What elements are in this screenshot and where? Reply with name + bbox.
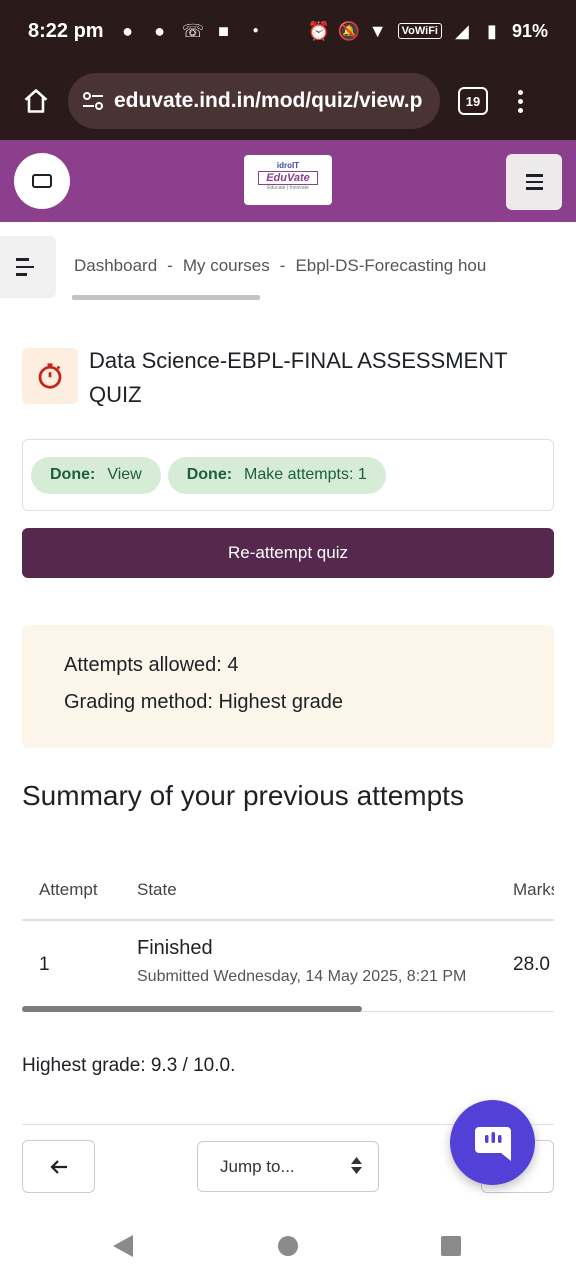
home-icon	[24, 89, 48, 113]
completion-status: Done:	[50, 466, 96, 483]
jump-to-select[interactable]: Jump to...	[197, 1141, 379, 1192]
whatsapp-icon: ☏	[181, 21, 205, 41]
snapchat-icon: ●	[122, 21, 134, 41]
chat-icon	[474, 1126, 511, 1161]
column-header-state: State	[137, 880, 177, 899]
home-button[interactable]	[14, 79, 58, 123]
quiz-module-icon	[22, 348, 78, 404]
mute-icon: 🔕	[337, 21, 361, 41]
breadcrumb-separator: -	[279, 256, 286, 275]
completion-label: Make attempts: 1	[244, 466, 367, 483]
breadcrumb-scrollbar[interactable]	[72, 295, 260, 300]
reattempt-quiz-button[interactable]: Re-attempt quiz	[22, 528, 554, 578]
chat-button[interactable]	[450, 1100, 535, 1185]
summary-heading: Summary of your previous attempts	[22, 780, 464, 811]
battery-icon: ▮	[487, 21, 497, 41]
page-title: Data Science-EBPL-FINAL ASSESSMENT QUIZ	[89, 348, 508, 407]
completion-badge-attempts: Done: Make attempts: 1	[167, 456, 386, 494]
battery-level: 91%	[511, 20, 548, 41]
breadcrumb: Dashboard - My courses - Ebpl-DS-Forecasting…	[74, 256, 576, 276]
recents-icon[interactable]	[441, 1236, 461, 1256]
home-nav-icon[interactable]	[278, 1236, 298, 1256]
drawer-icon	[32, 174, 52, 188]
url-field[interactable]: eduvate.ind.in/mod/quiz/view.p	[68, 73, 440, 129]
site-logo[interactable]: idroIT EduVate Educate | Innovate	[244, 155, 332, 205]
system-nav-bar	[0, 1210, 576, 1280]
column-header-attempt: Attempt	[39, 880, 98, 899]
table-scrollbar[interactable]	[22, 1006, 362, 1012]
table-row: 1 Finished Submitted Wednesday, 14 May 2…	[22, 923, 554, 1012]
more-notifications-icon: ●	[252, 25, 259, 36]
app-icon: ■	[218, 21, 230, 41]
completion-badge-view: Done: View	[31, 456, 161, 494]
course-index-toggle[interactable]	[0, 236, 56, 298]
breadcrumb-separator: -	[167, 256, 173, 275]
notification-icons: ● ● ☏ ■ ●	[118, 21, 266, 41]
hamburger-menu-button[interactable]	[506, 154, 562, 210]
vowifi-badge: VoWiFi	[397, 23, 442, 39]
back-icon[interactable]	[112, 1234, 134, 1258]
quiz-info-box: Attempts allowed: 4 Grading method: High…	[22, 625, 554, 748]
attempt-marks: 28.0	[513, 954, 550, 975]
column-header-marks: Marks	[513, 880, 554, 899]
attempt-state: Finished	[137, 937, 213, 959]
grading-method: Grading method: Highest grade	[64, 691, 344, 713]
browser-toolbar: eduvate.ind.in/mod/quiz/view.p 19	[0, 62, 576, 140]
signal-icon: ◢	[455, 21, 469, 41]
highest-grade: Highest grade: 9.3 / 10.0.	[22, 1055, 236, 1076]
alarm-icon: ⏰	[307, 21, 331, 41]
completion-label: View	[107, 466, 142, 483]
breadcrumb-course[interactable]: Ebpl-DS-Forecasting hou	[295, 256, 486, 275]
completion-status: Done:	[186, 466, 233, 483]
wifi-icon: ▼	[368, 21, 387, 41]
system-icons: ⏰ 🔕 ▼ VoWiFi ◢ ▮ 91%	[308, 21, 548, 42]
attempt-submitted: Submitted Wednesday, 14 May 2025, 8:21 P…	[137, 968, 467, 985]
status-bar: 8:22 pm ● ● ☏ ■ ● ⏰ 🔕 ▼ VoWiFi ◢ ▮ 91%	[0, 0, 576, 62]
jump-to-label: Jump to...	[220, 1156, 295, 1176]
logo-brand-top: idroIT	[276, 161, 300, 170]
stopwatch-icon	[38, 363, 62, 389]
site-settings-icon[interactable]	[82, 91, 104, 111]
logo-brand-name: EduVate	[258, 171, 318, 185]
attempts-allowed: Attempts allowed: 4	[64, 654, 239, 676]
tab-switcher-button[interactable]: 19	[458, 87, 488, 115]
attempt-number: 1	[39, 954, 50, 975]
attempts-table: Attempt State Marks 1 Finished Submitted…	[22, 868, 554, 1012]
table-header: Attempt State Marks	[22, 868, 554, 921]
breadcrumb-dashboard[interactable]: Dashboard	[74, 256, 157, 275]
previous-activity-button[interactable]	[22, 1140, 95, 1193]
url-text: eduvate.ind.in/mod/quiz/view.p	[114, 89, 423, 112]
breadcrumb-my-courses[interactable]: My courses	[183, 256, 270, 275]
activity-completion: Done: View Done: Make attempts: 1	[22, 439, 554, 511]
logo-tagline: Educate | Innovate	[267, 185, 309, 191]
select-caret-icon	[351, 1157, 362, 1174]
snapchat-icon: ●	[154, 21, 166, 41]
status-time: 8:22 pm	[28, 19, 104, 42]
browser-menu-icon[interactable]	[518, 89, 523, 113]
course-drawer-button[interactable]	[14, 153, 70, 209]
arrow-left-icon	[49, 1159, 67, 1174]
